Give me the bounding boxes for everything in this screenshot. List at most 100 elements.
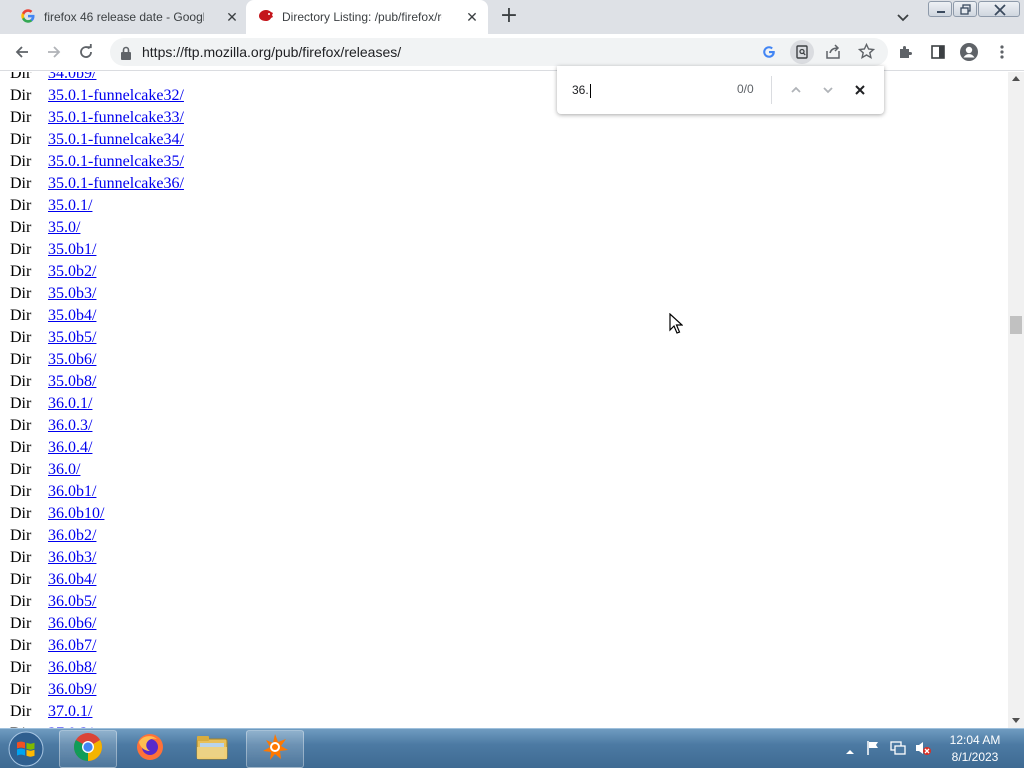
listing-row: Dir 35.0/ [10, 217, 184, 239]
directory-link[interactable]: 36.0.4/ [48, 437, 92, 459]
back-arrow-icon[interactable] [12, 42, 32, 62]
directory-link[interactable]: 36.0b5/ [48, 591, 96, 613]
reload-icon[interactable] [76, 42, 96, 62]
find-query: 36. [572, 83, 589, 97]
find-in-page-icon[interactable] [790, 40, 814, 64]
entry-type: Dir [10, 395, 32, 412]
mozilla-dino-icon [258, 8, 274, 27]
directory-link[interactable]: 36.0b8/ [48, 657, 96, 679]
tab-google-search[interactable]: firefox 46 release date - Google S ✕ [8, 0, 248, 34]
directory-link[interactable]: 34.0b9/ [48, 72, 96, 85]
entry-type: Dir [10, 593, 32, 610]
directory-link[interactable]: 36.0b6/ [48, 613, 96, 635]
listing-row: Dir 36.0b9/ [10, 679, 184, 701]
entry-type: Dir [10, 307, 32, 324]
directory-link[interactable]: 36.0b4/ [48, 569, 96, 591]
tab-close-icon[interactable]: ✕ [464, 9, 480, 25]
directory-link[interactable]: 36.0b10/ [48, 503, 104, 525]
taskbar-chrome-button[interactable] [59, 730, 117, 768]
network-icon[interactable] [889, 740, 907, 760]
window-restore-button[interactable] [953, 1, 977, 17]
entry-type: Dir [10, 131, 32, 148]
find-previous-chevron-up-icon[interactable] [786, 80, 806, 100]
entry-type: Dir [10, 703, 32, 720]
show-hidden-icons-arrow-icon[interactable] [845, 742, 855, 761]
directory-link[interactable]: 36.0b1/ [48, 481, 96, 503]
tab-directory-listing[interactable]: Directory Listing: /pub/firefox/re ✕ [246, 0, 488, 34]
find-input[interactable]: 36. [572, 81, 722, 99]
listing-row: Dir 36.0b10/ [10, 503, 184, 525]
entry-type: Dir [10, 439, 32, 456]
address-bar[interactable]: https://ftp.mozilla.org/pub/firefox/rele… [110, 38, 888, 66]
directory-link[interactable]: 35.0b2/ [48, 261, 96, 283]
directory-link[interactable]: 36.0.1/ [48, 393, 92, 415]
taskbar-avast-button[interactable] [246, 730, 304, 768]
vertical-scrollbar[interactable] [1008, 72, 1024, 728]
tab-search-chevron-icon[interactable] [895, 9, 913, 25]
directory-link[interactable]: 35.0b4/ [48, 305, 96, 327]
url-text: https://ftp.mozilla.org/pub/firefox/rele… [142, 44, 402, 60]
directory-link[interactable]: 35.0.1-funnelcake33/ [48, 107, 184, 129]
entry-type: Dir [10, 483, 32, 500]
menu-kebab-icon[interactable] [992, 42, 1012, 62]
listing-row: Dir 36.0/ [10, 459, 184, 481]
firefox-icon [135, 732, 165, 766]
window-close-button[interactable] [978, 1, 1020, 17]
listing-row: Dir 35.0b1/ [10, 239, 184, 261]
share-icon[interactable] [825, 44, 841, 64]
directory-link[interactable]: 35.0/ [48, 217, 80, 239]
forward-arrow-icon[interactable] [44, 42, 64, 62]
taskbar-file-explorer-button[interactable] [183, 730, 241, 768]
entry-type: Dir [10, 417, 32, 434]
directory-link[interactable]: 35.0b8/ [48, 371, 96, 393]
entry-type: Dir [10, 285, 32, 302]
tab-close-icon[interactable]: ✕ [224, 9, 240, 25]
entry-type: Dir [10, 571, 32, 588]
directory-link[interactable]: 35.0b5/ [48, 327, 96, 349]
action-center-flag-icon[interactable] [865, 740, 881, 760]
directory-link[interactable]: 37.0.1/ [48, 701, 92, 723]
start-button[interactable] [4, 730, 48, 768]
google-lens-icon[interactable] [761, 44, 777, 64]
directory-link[interactable]: 36.0/ [48, 459, 80, 481]
taskbar-firefox-button[interactable] [121, 730, 179, 768]
side-panel-icon[interactable] [928, 42, 948, 62]
scroll-thumb[interactable] [1010, 316, 1022, 334]
listing-row: Dir 34.0b9/ [10, 72, 184, 85]
directory-link[interactable]: 36.0b2/ [48, 525, 96, 547]
directory-link[interactable]: 35.0b3/ [48, 283, 96, 305]
scroll-down-arrow-icon[interactable] [1012, 718, 1020, 723]
directory-link[interactable]: 35.0.1-funnelcake35/ [48, 151, 184, 173]
directory-link[interactable]: 36.0.3/ [48, 415, 92, 437]
bookmark-star-icon[interactable] [857, 42, 876, 64]
lock-icon[interactable] [120, 45, 132, 64]
entry-type: Dir [10, 351, 32, 368]
directory-link[interactable]: 36.0b9/ [48, 679, 96, 701]
scroll-up-arrow-icon[interactable] [1012, 76, 1020, 81]
directory-link[interactable]: 35.0b6/ [48, 349, 96, 371]
directory-link[interactable]: 35.0.1-funnelcake36/ [48, 173, 184, 195]
entry-type: Dir [10, 659, 32, 676]
entry-type: Dir [10, 241, 32, 258]
profile-avatar-icon[interactable] [959, 42, 979, 62]
directory-link[interactable]: 36.0b3/ [48, 547, 96, 569]
listing-row: Dir 36.0b8/ [10, 657, 184, 679]
page-content: Dir 34.0b9/Dir 35.0.1-funnelcake32/Dir 35.0… [0, 72, 1008, 728]
directory-link[interactable]: 35.0.1/ [48, 195, 92, 217]
directory-link[interactable]: 35.0.1-funnelcake34/ [48, 129, 184, 151]
window-minimize-button[interactable] [928, 1, 952, 17]
directory-link[interactable]: 35.0b1/ [48, 239, 96, 261]
taskbar-clock[interactable]: 12:04 AM 8/1/2023 [940, 732, 1010, 766]
directory-listing: Dir 34.0b9/Dir 35.0.1-funnelcake32/Dir 35.0… [10, 72, 184, 728]
volume-muted-icon[interactable] [914, 740, 932, 760]
directory-link[interactable]: 36.0b7/ [48, 635, 96, 657]
tab-title: Directory Listing: /pub/firefox/re [282, 10, 442, 24]
mouse-cursor-icon [669, 312, 684, 335]
directory-link[interactable]: 35.0.1-funnelcake32/ [48, 85, 184, 107]
windows-taskbar: 12:04 AM 8/1/2023 [0, 728, 1024, 768]
listing-row: Dir 36.0.1/ [10, 393, 184, 415]
new-tab-plus-icon[interactable]: + [497, 5, 521, 29]
extensions-puzzle-icon[interactable] [896, 42, 916, 62]
find-close-icon[interactable] [850, 80, 870, 100]
find-next-chevron-down-icon[interactable] [818, 80, 838, 100]
